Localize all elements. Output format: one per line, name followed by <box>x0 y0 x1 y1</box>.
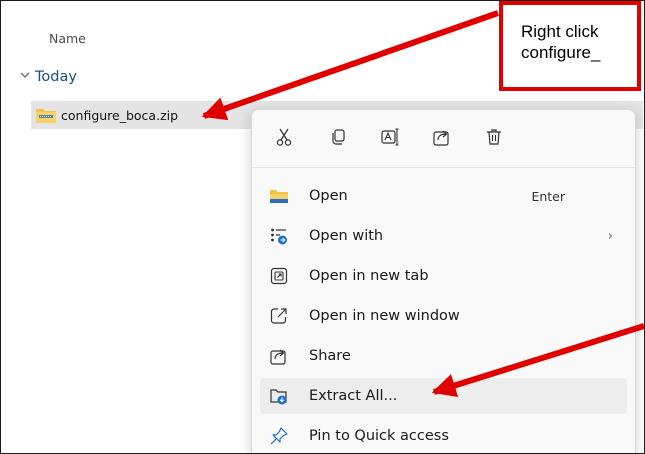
share-icon <box>433 130 449 146</box>
name-column-header[interactable]: Name <box>49 31 86 46</box>
rename-button[interactable] <box>372 122 408 152</box>
file-explorer-window: Name Today configure_boca.zip Open Enter… <box>0 0 645 454</box>
zip-folder-icon <box>35 106 57 124</box>
menu-separator <box>252 167 635 168</box>
menu-item-label: Open with <box>309 228 384 244</box>
new-tab-icon <box>269 266 289 286</box>
callout-line-2: configure_ <box>521 43 601 62</box>
menu-item-open-in-new-tab[interactable]: Open in new tab <box>260 258 627 294</box>
new-window-icon <box>269 306 289 326</box>
menu-item-label: Extract All... <box>309 388 398 404</box>
delete-button[interactable] <box>476 122 512 152</box>
today-group-header[interactable]: Today <box>19 69 77 85</box>
chevron-down-icon[interactable] <box>19 69 31 85</box>
menu-item-share[interactable]: Share <box>260 338 627 374</box>
menu-item-open-in-new-window[interactable]: Open in new window <box>260 298 627 334</box>
menu-item-label: Open in new tab <box>309 268 429 284</box>
pin-icon <box>269 426 289 446</box>
menu-item-extract-all[interactable]: Extract All... <box>260 378 627 414</box>
menu-item-label: Share <box>309 348 351 364</box>
group-label: Today <box>35 69 77 85</box>
menu-item-open-with[interactable]: Open with › <box>260 218 627 254</box>
callout-line-1: Right click <box>521 22 599 41</box>
delete-icon <box>487 129 501 145</box>
rename-icon <box>381 128 399 146</box>
chevron-right-icon: › <box>607 228 613 244</box>
file-name: configure_boca.zip <box>61 107 179 123</box>
menu-item-label: Open <box>309 188 348 204</box>
copy-icon <box>332 129 345 145</box>
extract-icon <box>269 386 289 406</box>
context-menu: Open Enter Open with › Open in new tab O… <box>251 109 636 453</box>
instruction-callout: Right click configure_ <box>499 1 641 91</box>
cut-button[interactable] <box>266 122 302 152</box>
open-with-icon <box>269 226 289 246</box>
copy-button[interactable] <box>320 122 356 152</box>
share-icon <box>269 346 289 366</box>
share-button[interactable] <box>424 122 460 152</box>
quick-actions-bar <box>252 110 635 166</box>
shortcut-text: Enter <box>531 188 565 204</box>
menu-item-pin-to-quick-access[interactable]: Pin to Quick access <box>260 418 627 453</box>
folder-icon <box>269 186 289 206</box>
menu-item-label: Open in new window <box>309 308 460 324</box>
menu-item-open[interactable]: Open Enter <box>260 178 627 214</box>
menu-item-label: Pin to Quick access <box>309 428 449 444</box>
cut-icon <box>276 128 292 146</box>
